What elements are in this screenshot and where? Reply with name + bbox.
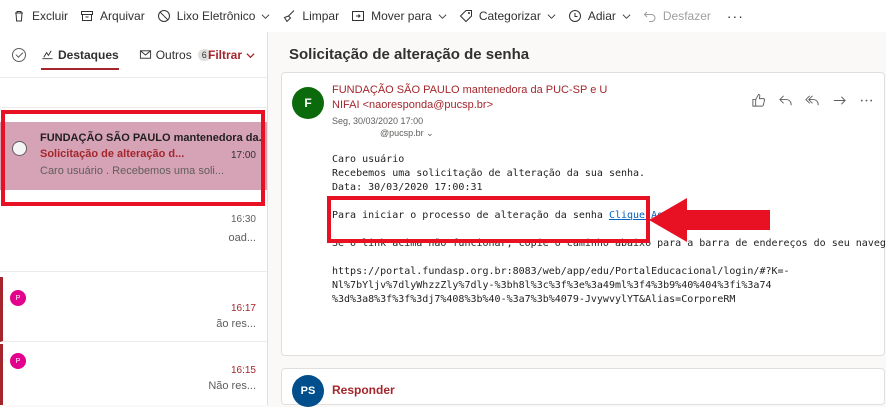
chevron-down-icon bbox=[547, 13, 556, 19]
categorize-label: Categorizar bbox=[478, 9, 541, 23]
avatar: P bbox=[10, 290, 26, 306]
mail-icon bbox=[139, 50, 151, 59]
block-icon bbox=[157, 10, 170, 22]
body-line: Data: 30/03/2020 17:00:31 bbox=[332, 182, 483, 193]
more-actions-button[interactable]: ··· bbox=[717, 0, 754, 32]
avatar: PS bbox=[292, 375, 324, 407]
body-url: https://portal.fundasp.org.br:8083/web/a… bbox=[332, 266, 790, 277]
list-item[interactable]: P 16:15 Não res... bbox=[0, 344, 267, 405]
snooze-button[interactable]: Adiar bbox=[562, 0, 637, 32]
categorize-button[interactable]: Categorizar bbox=[453, 0, 562, 32]
sweep-button[interactable]: Limpar bbox=[276, 0, 345, 32]
list-item[interactable]: P 16:17 ão res... bbox=[0, 277, 267, 342]
message-time: 16:15 bbox=[230, 365, 256, 376]
filter-label: Filtrar bbox=[207, 48, 242, 62]
trash-icon bbox=[15, 11, 23, 22]
tab-other[interactable]: Outros 6 bbox=[139, 32, 211, 78]
like-icon[interactable] bbox=[751, 93, 766, 108]
tab-focused[interactable]: Destaques bbox=[41, 32, 119, 78]
avatar: P bbox=[10, 353, 26, 369]
message-time: 16:30 bbox=[230, 214, 256, 225]
reply-icon[interactable] bbox=[778, 93, 793, 108]
undo-icon bbox=[643, 11, 656, 22]
archive-label: Arquivar bbox=[100, 9, 145, 23]
more-icon[interactable] bbox=[859, 93, 874, 108]
junk-button[interactable]: Lixo Eletrônico bbox=[151, 0, 277, 32]
select-all-icon[interactable] bbox=[12, 47, 26, 62]
list-item[interactable]: 16:30 oad... bbox=[0, 202, 267, 272]
highlight-box bbox=[1, 110, 265, 206]
reply-button[interactable]: Responder bbox=[332, 383, 395, 397]
list-item[interactable] bbox=[0, 78, 267, 108]
body-line: Recebemos uma solicitação de alteração d… bbox=[332, 168, 646, 179]
clock-icon bbox=[568, 10, 581, 22]
message-date: Seg, 30/03/2020 17:00 bbox=[332, 116, 424, 126]
message-list: Destaques Outros 6 Filtrar FUNDAÇÃO SÃO … bbox=[0, 32, 268, 405]
page-title: Solicitação de alteração de senha bbox=[289, 46, 530, 63]
body-url: %3d%3a8%3f%3f%3dj7%408%3b%40-%3a7%3b%407… bbox=[332, 294, 736, 305]
reply-bar[interactable]: PS Responder bbox=[281, 368, 885, 407]
undo-button[interactable]: Desfazer bbox=[637, 0, 717, 32]
recipient-email: @pucsp.br bbox=[380, 128, 424, 138]
delete-button[interactable]: Excluir bbox=[6, 0, 74, 32]
sender-avatar[interactable]: F bbox=[292, 87, 324, 119]
highlight-box bbox=[327, 196, 650, 243]
reading-pane: Solicitação de alteração de senha F FUND… bbox=[269, 32, 886, 407]
recipient-line[interactable]: @pucsp.br ⌄ bbox=[380, 128, 434, 139]
delete-label: Excluir bbox=[32, 9, 69, 23]
sender-line[interactable]: FUNDAÇÃO SÃO PAULO mantenedora da PUC-SP… bbox=[332, 83, 632, 113]
archive-button[interactable]: Arquivar bbox=[74, 0, 151, 32]
chevron-down-icon bbox=[438, 13, 447, 19]
chevron-down-icon: ⌄ bbox=[426, 128, 434, 138]
tab-other-label: Outros bbox=[155, 47, 192, 62]
message-preview: ão res... bbox=[216, 318, 256, 330]
move-to-label: Mover para bbox=[371, 9, 432, 23]
forward-icon[interactable] bbox=[832, 93, 847, 108]
reply-all-icon[interactable] bbox=[805, 93, 820, 108]
chevron-down-icon bbox=[246, 52, 255, 58]
chevron-down-icon bbox=[622, 13, 631, 19]
message-time: 16:17 bbox=[230, 303, 256, 314]
body-greeting: Caro usuário bbox=[332, 154, 405, 165]
sweep-label: Limpar bbox=[302, 9, 340, 23]
junk-label: Lixo Eletrônico bbox=[176, 9, 256, 23]
broom-icon bbox=[284, 10, 295, 23]
message-preview: oad... bbox=[228, 232, 256, 244]
undo-label: Desfazer bbox=[662, 9, 711, 23]
tab-focused-label: Destaques bbox=[58, 47, 119, 62]
tag-icon bbox=[459, 10, 472, 23]
message-card: F FUNDAÇÃO SÃO PAULO mantenedora da PUC-… bbox=[281, 72, 886, 356]
red-arrow-icon bbox=[649, 198, 770, 242]
chevron-down-icon bbox=[262, 13, 270, 19]
archive-icon bbox=[81, 11, 94, 21]
body-url: Nl%7bYljv%7dlyWhzzZly%7dly-%3bh8l%3c%3f%… bbox=[332, 280, 772, 291]
folder-move-icon bbox=[352, 11, 365, 21]
sender-email: <naoresponda@pucsp.br> bbox=[362, 99, 494, 111]
message-preview: Não res... bbox=[208, 380, 256, 392]
focused-icon bbox=[42, 50, 53, 60]
snooze-label: Adiar bbox=[587, 9, 616, 23]
filter-button[interactable]: Filtrar bbox=[208, 32, 255, 78]
command-bar: Excluir Arquivar Lixo Eletrônico Limpar … bbox=[0, 0, 886, 32]
move-to-button[interactable]: Mover para bbox=[345, 0, 453, 32]
list-header: Destaques Outros 6 Filtrar bbox=[0, 32, 267, 78]
message-actions bbox=[751, 93, 874, 108]
